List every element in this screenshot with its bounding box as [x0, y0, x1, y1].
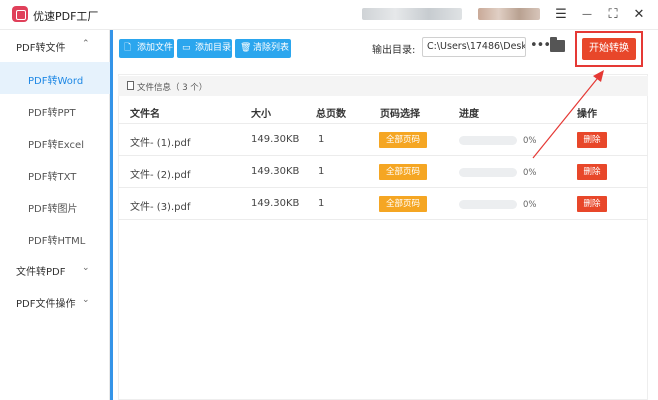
progress-bar — [459, 136, 517, 145]
progress-percent: 0% — [523, 200, 537, 210]
clear-list-label: 清除列表 — [253, 43, 290, 53]
start-button-highlight: 开始转换 — [575, 31, 643, 67]
document-icon — [127, 81, 134, 90]
folder-outline-icon: ▭ — [182, 43, 191, 53]
sidebar-item-label: PDF转Word — [28, 76, 84, 87]
add-file-button[interactable]: 🗋 添加文件 — [119, 39, 174, 58]
redacted-account-info — [362, 8, 462, 20]
clear-list-button[interactable]: 🗑 清除列表 — [235, 39, 291, 58]
chevron-up-icon: ⌃ — [82, 39, 90, 49]
sidebar-group-label: 文件转PDF — [16, 267, 66, 278]
page-count-cell: 1 — [318, 198, 325, 209]
sidebar-group-file-to-pdf[interactable]: 文件转PDF ⌄ — [0, 254, 110, 286]
file-name-cell: 文件- (3).pdf — [130, 202, 191, 213]
maximize-button[interactable]: ⛶ — [604, 6, 622, 24]
progress-bar — [459, 200, 517, 209]
delete-button[interactable]: 删除 — [577, 196, 607, 212]
sidebar: PDF转文件 ⌃ PDF转Word PDF转PPT PDF转Excel PDF转… — [0, 30, 110, 400]
add-folder-button[interactable]: ▭ 添加目录 — [177, 39, 232, 58]
row-divider — [118, 219, 648, 220]
app-title: 优速PDF工厂 — [33, 10, 99, 23]
sidebar-item-label: PDF转图片 — [28, 204, 78, 215]
column-header-filename: 文件名 — [130, 109, 160, 120]
sidebar-group-pdf-to-file[interactable]: PDF转文件 ⌃ — [0, 30, 110, 62]
file-size-cell: 149.30KB — [251, 198, 300, 209]
column-header-action: 操作 — [577, 109, 597, 120]
sidebar-group-pdf-operations[interactable]: PDF文件操作 ⌄ — [0, 286, 110, 318]
file-info-bar: 文件信息（ 3 个） — [118, 76, 648, 96]
add-file-label: 添加文件 — [137, 43, 174, 53]
file-info-label: 文件信息（ 3 个） — [137, 83, 208, 93]
minimize-button[interactable]: — — [578, 6, 596, 24]
sidebar-item-pdf-to-word[interactable]: PDF转Word — [0, 62, 110, 94]
sidebar-item-pdf-to-ppt[interactable]: PDF转PPT — [0, 94, 110, 126]
add-folder-label: 添加目录 — [195, 43, 232, 53]
page-select-button[interactable]: 全部页码 — [379, 164, 427, 180]
row-divider — [118, 155, 648, 156]
chevron-down-icon: ⌄ — [82, 295, 90, 305]
sidebar-item-pdf-to-txt[interactable]: PDF转TXT — [0, 158, 110, 190]
redacted-user-avatar — [478, 8, 540, 20]
page-count-cell: 1 — [318, 134, 325, 145]
sidebar-item-pdf-to-html[interactable]: PDF转HTML — [0, 222, 110, 254]
chevron-down-icon: ⌄ — [82, 263, 90, 273]
delete-button[interactable]: 删除 — [577, 132, 607, 148]
page-select-button[interactable]: 全部页码 — [379, 196, 427, 212]
sidebar-group-label: PDF转文件 — [16, 43, 66, 54]
file-size-cell: 149.30KB — [251, 134, 300, 145]
sidebar-item-label: PDF转PPT — [28, 108, 76, 119]
column-header-progress: 进度 — [459, 109, 479, 120]
trash-icon: 🗑 — [240, 43, 252, 53]
app-logo-icon — [12, 6, 28, 22]
file-name-cell: 文件- (1).pdf — [130, 138, 191, 149]
sidebar-divider — [110, 30, 113, 400]
delete-button[interactable]: 删除 — [577, 164, 607, 180]
column-header-page-select: 页码选择 — [380, 109, 420, 120]
column-header-size: 大小 — [251, 109, 271, 120]
file-size-cell: 149.30KB — [251, 166, 300, 177]
sidebar-item-label: PDF转TXT — [28, 172, 77, 183]
more-options-icon[interactable]: ••• — [530, 38, 551, 53]
sidebar-item-pdf-to-image[interactable]: PDF转图片 — [0, 190, 110, 222]
progress-percent: 0% — [523, 136, 537, 146]
output-dir-input[interactable]: C:\Users\17486\Deskto — [422, 37, 526, 57]
menu-icon[interactable]: ☰ — [552, 6, 570, 24]
output-dir-label: 输出目录: — [372, 45, 416, 56]
title-bar: 优速PDF工厂 ☰ — ⛶ ✕ — [0, 0, 658, 30]
sidebar-group-label: PDF文件操作 — [16, 299, 76, 310]
row-divider — [118, 123, 648, 124]
column-header-pages: 总页数 — [316, 109, 346, 120]
start-convert-button[interactable]: 开始转换 — [582, 38, 636, 60]
sidebar-item-pdf-to-excel[interactable]: PDF转Excel — [0, 126, 110, 158]
sidebar-item-label: PDF转HTML — [28, 236, 86, 247]
progress-percent: 0% — [523, 168, 537, 178]
sidebar-item-label: PDF转Excel — [28, 140, 84, 151]
page-count-cell: 1 — [318, 166, 325, 177]
file-icon: 🗋 — [124, 43, 132, 53]
page-select-button[interactable]: 全部页码 — [379, 132, 427, 148]
folder-icon[interactable] — [550, 37, 565, 52]
row-divider — [118, 187, 648, 188]
close-button[interactable]: ✕ — [630, 6, 648, 24]
progress-bar — [459, 168, 517, 177]
file-name-cell: 文件- (2).pdf — [130, 170, 191, 181]
